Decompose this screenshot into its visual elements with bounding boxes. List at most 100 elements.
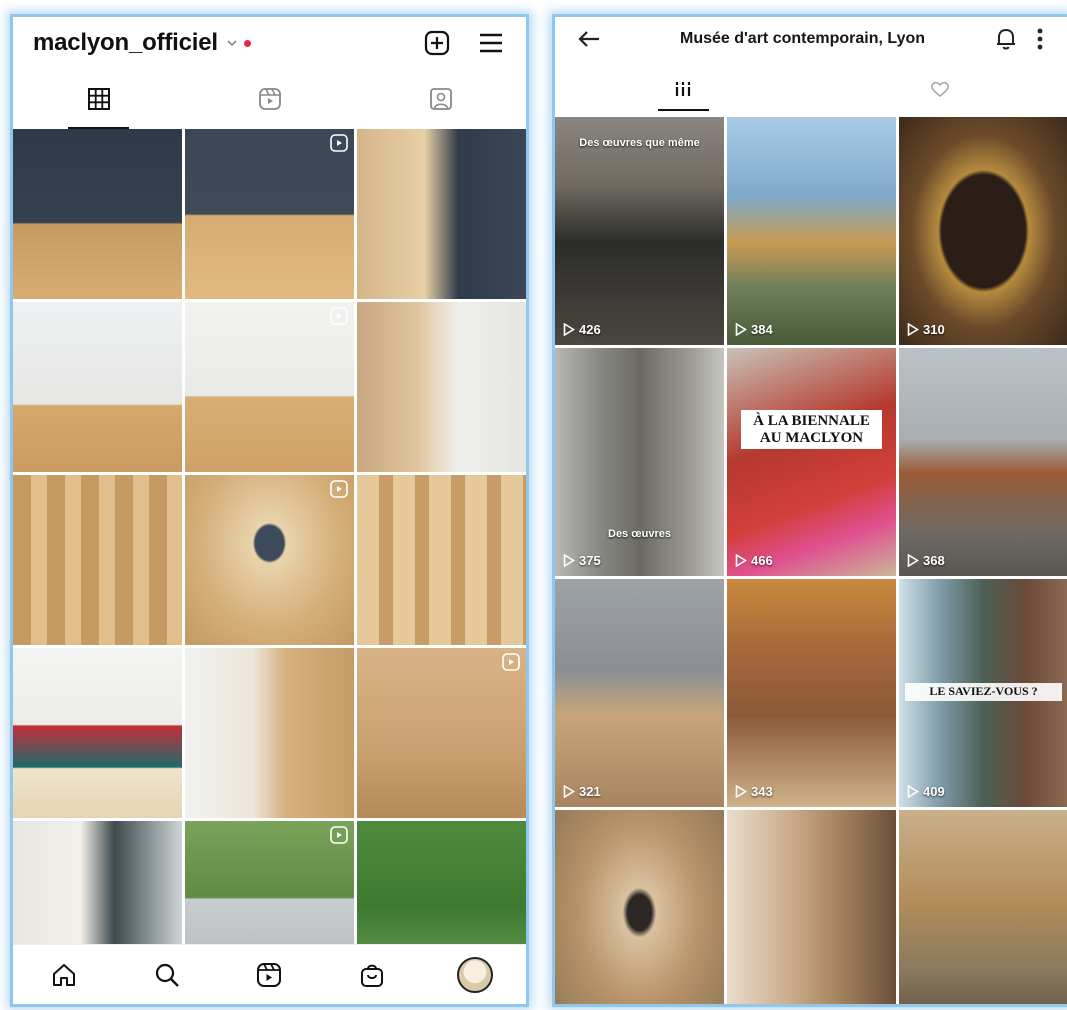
video-tile[interactable] [899,810,1067,1004]
profile-avatar [456,956,493,993]
post-tile[interactable] [13,475,182,645]
post-tile[interactable] [185,302,354,472]
view-count: 321 [563,784,601,799]
video-tile[interactable]: 343 [727,579,896,807]
post-tile[interactable] [13,648,182,818]
notifications-button[interactable] [992,25,1020,53]
profile-tabs [13,69,526,129]
play-icon [563,554,575,567]
video-tile[interactable]: 321 [555,579,724,807]
post-tile[interactable] [357,821,526,947]
post-tile[interactable] [13,302,182,472]
video-caption: Des œuvres [608,528,671,541]
nav-search[interactable] [147,955,187,995]
post-tile[interactable] [357,475,526,645]
video-tile[interactable]: 368 [899,348,1067,576]
video-title-banner: À LA BIENNALE AU MACLYON [741,410,882,449]
content-tabs [555,61,1067,117]
nav-home[interactable] [44,955,84,995]
play-icon [563,323,575,336]
view-count: 310 [907,322,945,337]
chevron-down-icon[interactable] [226,37,238,49]
nav-profile[interactable] [455,955,495,995]
view-count-value: 368 [923,553,945,568]
bottom-navigation [13,944,526,1004]
view-count-value: 409 [923,784,945,799]
post-tile[interactable] [357,648,526,818]
create-button[interactable] [420,26,454,60]
tab-liked[interactable] [812,61,1067,117]
location-header: Musée d'art contemporain, Lyon [555,17,1067,61]
bell-icon [997,28,1015,50]
notification-dot [243,39,251,47]
grid-icon [87,88,110,110]
tab-tagged[interactable] [355,69,526,129]
profile-header: maclyon_officiel [13,17,526,69]
play-icon [907,323,919,336]
reels-icon [330,134,348,152]
video-tile[interactable]: 310 [899,117,1067,345]
reels-icon [330,826,348,844]
view-count-value: 343 [751,784,773,799]
play-icon [907,554,919,567]
post-tile[interactable] [13,821,182,947]
play-icon [735,554,747,567]
video-tile[interactable]: Des œuvres que même 426 [555,117,724,345]
view-count: 426 [563,322,601,337]
view-count-value: 310 [923,322,945,337]
video-tile[interactable]: Des œuvres 375 [555,348,724,576]
tab-posts-grid[interactable] [13,69,184,129]
view-count-value: 426 [579,322,601,337]
view-count-value: 321 [579,784,601,799]
back-button[interactable] [575,25,603,53]
play-icon [735,323,747,336]
nav-shop[interactable] [352,955,392,995]
post-tile[interactable] [185,821,354,947]
post-tile[interactable] [357,129,526,299]
search-icon [155,963,179,987]
menu-button[interactable] [474,26,508,60]
nav-reels[interactable] [249,955,289,995]
view-count: 384 [735,322,773,337]
heart-liked-icon [930,81,949,98]
post-tile[interactable] [185,648,354,818]
post-tile[interactable] [357,302,526,472]
video-tile[interactable]: 384 [727,117,896,345]
instagram-profile-screen: maclyon_officiel [10,14,529,1007]
video-tile[interactable] [727,810,896,1004]
more-vertical-icon [1037,28,1043,50]
tab-videos[interactable] [555,61,812,117]
username[interactable]: maclyon_officiel [33,29,218,57]
view-count: 375 [563,553,601,568]
plus-square-icon [424,30,450,56]
view-count: 343 [735,784,773,799]
page-title: Musée d'art contemporain, Lyon [679,30,926,47]
video-tile[interactable]: LE SAVIEZ-VOUS ? 409 [899,579,1067,807]
reels-icon [502,653,520,671]
view-count-value: 384 [751,322,773,337]
reels-icon [257,962,282,987]
tiktok-location-screen: Musée d'art contemporain, Lyon Des œuvre… [552,14,1067,1007]
home-icon [53,963,76,986]
shopping-bag-icon [361,964,384,987]
view-count: 409 [907,784,945,799]
more-button[interactable] [1026,25,1054,53]
play-icon [907,785,919,798]
view-count-value: 466 [751,553,773,568]
tagged-person-icon [429,88,452,110]
reels-icon [258,88,281,110]
video-title-banner: LE SAVIEZ-VOUS ? [905,683,1062,701]
reels-icon [330,480,348,498]
post-tile[interactable] [185,129,354,299]
reels-icon [330,307,348,325]
view-count-value: 375 [579,553,601,568]
tab-reels[interactable] [184,69,355,129]
post-tile[interactable] [13,129,182,299]
posts-grid [13,129,526,947]
videos-grid: Des œuvres que même 426 384 310 Des œuvr… [555,117,1067,1004]
video-tile[interactable] [555,810,724,1004]
post-tile[interactable] [185,475,354,645]
video-tile[interactable]: À LA BIENNALE AU MACLYON 466 [727,348,896,576]
view-count: 466 [735,553,773,568]
hamburger-menu-icon [480,33,502,53]
